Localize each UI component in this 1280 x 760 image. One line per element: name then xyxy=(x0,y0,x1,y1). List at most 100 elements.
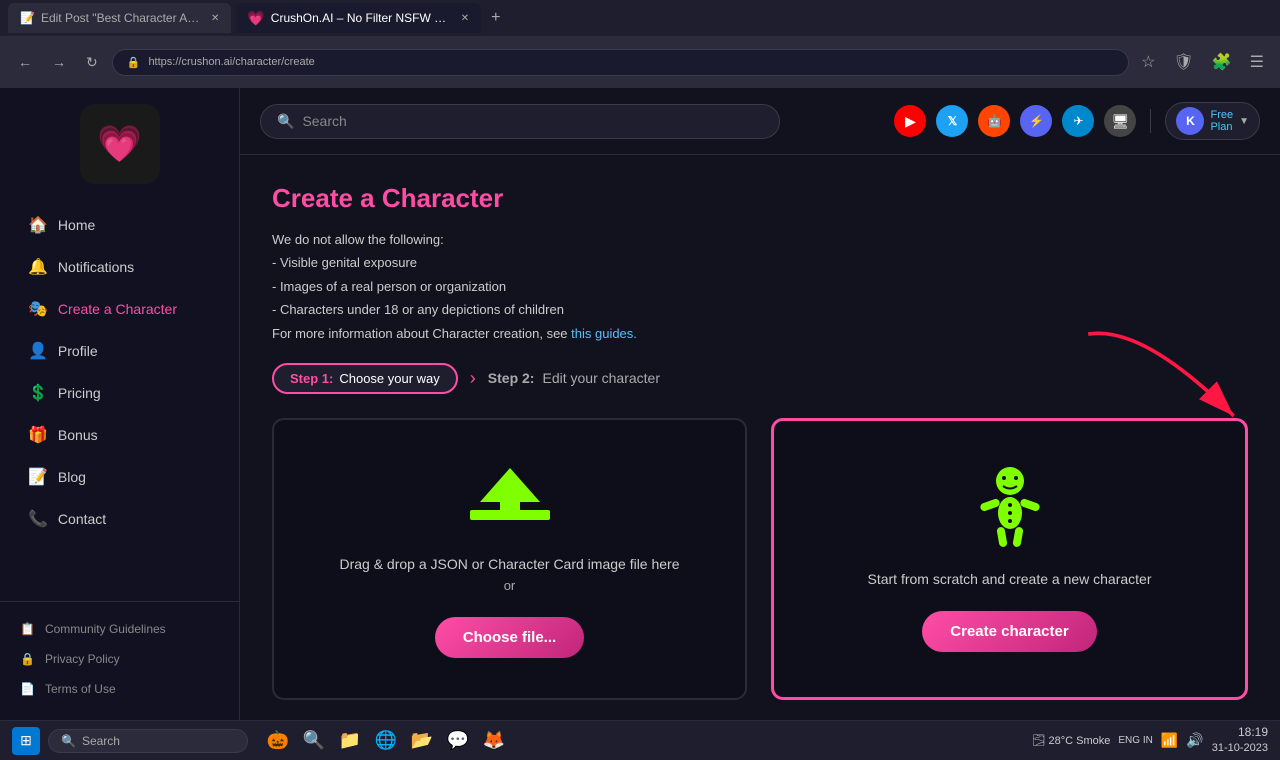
privacy-icon: 🔒 xyxy=(20,652,35,666)
taskbar-app-teams[interactable]: 💬 xyxy=(444,727,472,755)
sidebar-item-notifications[interactable]: 🔔 Notifications xyxy=(8,247,231,287)
sidebar-label-pricing: Pricing xyxy=(58,385,101,401)
taskbar-search-label: Search xyxy=(82,734,120,748)
logo-area: 💗 xyxy=(0,104,239,184)
social-icons: ▶ 𝕏 🤖 ⚡ ✈ 🖥 K Free Plan ▼ xyxy=(894,102,1260,140)
taskbar: ⊞ 🔍 Search 🎃 🔍 📁 🌐 📂 💬 🦊 🌫 28°C Smoke EN… xyxy=(0,720,1280,760)
community-guidelines-link[interactable]: 📋 Community Guidelines xyxy=(0,614,239,644)
terms-label: Terms of Use xyxy=(45,682,116,696)
sidebar-item-home[interactable]: 🏠 Home xyxy=(8,205,231,245)
taskbar-app-explorer[interactable]: 📂 xyxy=(408,727,436,755)
discord-link[interactable]: ⚡ xyxy=(1020,105,1052,137)
upload-text: Drag & drop a JSON or Character Card ima… xyxy=(339,556,679,572)
tab1-close[interactable]: ✕ xyxy=(211,13,219,24)
taskbar-weather: 🌫 28°C Smoke xyxy=(1031,734,1110,747)
taskbar-search[interactable]: 🔍 Search xyxy=(48,729,248,753)
rule-2: - Images of a real person or organizatio… xyxy=(272,275,1248,298)
guide-link[interactable]: this guides. xyxy=(571,326,637,341)
taskbar-app-emoji[interactable]: 🎃 xyxy=(264,727,292,755)
create-character-button[interactable]: Create character xyxy=(922,611,1096,652)
taskbar-right: 🌫 28°C Smoke ENG IN 📶 🔊 18:19 31-10-2023 xyxy=(1031,724,1268,756)
start-button[interactable]: ⊞ xyxy=(12,727,40,755)
step2-label: Step 2: xyxy=(488,370,535,386)
extensions-button[interactable]: 🧩 xyxy=(1208,48,1236,76)
sidebar-item-contact[interactable]: 📞 Contact xyxy=(8,499,231,539)
terms-of-use-link[interactable]: 📄 Terms of Use xyxy=(0,674,239,704)
tab2-close[interactable]: ✕ xyxy=(461,13,469,24)
search-placeholder: Search xyxy=(302,113,346,129)
sidebar-item-pricing[interactable]: 💲 Pricing xyxy=(8,373,231,413)
sidebar-item-bonus[interactable]: 🎁 Bonus xyxy=(8,415,231,455)
reload-button[interactable]: ↻ xyxy=(80,50,104,75)
page-title: Create a Character xyxy=(272,183,1248,214)
new-tab-button[interactable]: + xyxy=(485,9,506,27)
tab-2[interactable]: 💗 CrushOn.AI – No Filter NSFW C... ✕ xyxy=(235,3,481,33)
tab2-favicon: 💗 xyxy=(247,10,264,27)
taskbar-search-icon: 🔍 xyxy=(61,734,76,748)
tab2-label: CrushOn.AI – No Filter NSFW C... xyxy=(271,11,451,25)
forward-button[interactable]: → xyxy=(46,50,72,74)
upload-card: Drag & drop a JSON or Character Card ima… xyxy=(272,418,747,700)
guide-info: For more information about Character cre… xyxy=(272,322,1248,345)
telegram-link[interactable]: ✈ xyxy=(1062,105,1094,137)
step1-pill[interactable]: Step 1: Choose your way xyxy=(272,363,458,394)
community-label: Community Guidelines xyxy=(45,622,166,636)
back-button[interactable]: ← xyxy=(12,50,38,74)
search-box[interactable]: 🔍 Search xyxy=(260,104,780,139)
tab1-label: Edit Post "Best Character AI N... xyxy=(41,11,201,25)
avatar: K xyxy=(1176,107,1204,135)
sidebar-label-blog: Blog xyxy=(58,469,86,485)
sidebar-item-blog[interactable]: 📝 Blog xyxy=(8,457,231,497)
shield-button[interactable]: 🛡 xyxy=(1169,48,1197,76)
bookmark-button[interactable]: ☆ xyxy=(1137,48,1159,76)
reddit-link[interactable]: 🤖 xyxy=(978,105,1010,137)
user-badge[interactable]: K Free Plan ▼ xyxy=(1165,102,1260,140)
upload-icon-area xyxy=(470,460,550,540)
page-body: Create a Character We do not allow the f… xyxy=(240,155,1280,720)
youtube-link[interactable]: ▶ xyxy=(894,105,926,137)
privacy-policy-link[interactable]: 🔒 Privacy Policy xyxy=(0,644,239,674)
title-bar: 📝 Edit Post "Best Character AI N... ✕ 💗 … xyxy=(0,0,1280,36)
rule-3: - Characters under 18 or any depictions … xyxy=(272,298,1248,321)
upload-card-text: Drag & drop a JSON or Character Card ima… xyxy=(339,556,679,593)
logo-icon: 💗 xyxy=(97,123,142,165)
sidebar-item-profile[interactable]: 👤 Profile xyxy=(8,331,231,371)
step2-value: Edit your character xyxy=(542,370,660,386)
character-figure-icon xyxy=(970,465,1050,555)
tab1-favicon: 📝 xyxy=(20,11,35,25)
taskbar-app-firefox[interactable]: 🦊 xyxy=(480,727,508,755)
sidebar-label-bonus: Bonus xyxy=(58,427,98,443)
taskbar-app-edge[interactable]: 🌐 xyxy=(372,727,400,755)
nav-icons: ☆ 🛡 🧩 ☰ xyxy=(1137,48,1268,76)
taskbar-network-icon: 📶 xyxy=(1161,732,1178,749)
main-content: 🔍 Search ▶ 𝕏 🤖 ⚡ ✈ 🖥 K Free Plan xyxy=(240,88,1280,720)
search-icon: 🔍 xyxy=(277,113,294,130)
plan-label: Free Plan xyxy=(1210,109,1233,133)
app-logo: 💗 xyxy=(80,104,160,184)
tab-1[interactable]: 📝 Edit Post "Best Character AI N... ✕ xyxy=(8,3,231,33)
chevron-down-icon: ▼ xyxy=(1239,116,1249,127)
privacy-label: Privacy Policy xyxy=(45,652,120,666)
monitor-link[interactable]: 🖥 xyxy=(1104,105,1136,137)
pricing-icon: 💲 xyxy=(28,383,48,403)
secure-icon: 🔒 xyxy=(127,56,141,69)
twitter-link[interactable]: 𝕏 xyxy=(936,105,968,137)
sidebar-label-profile: Profile xyxy=(58,343,98,359)
upload-subtext: or xyxy=(339,578,679,593)
taskbar-app-search[interactable]: 🔍 xyxy=(300,727,328,755)
nav-bar: ← → ↻ 🔒 https://crushon.ai/character/cre… xyxy=(0,36,1280,88)
address-bar[interactable]: 🔒 https://crushon.ai/character/create xyxy=(112,49,1129,76)
step1-label: Step 1: xyxy=(290,371,333,386)
scratch-card-text: Start from scratch and create a new char… xyxy=(867,571,1151,587)
taskbar-time-value: 18:19 xyxy=(1212,724,1268,741)
choose-file-button[interactable]: Choose file... xyxy=(435,617,584,658)
taskbar-app-files[interactable]: 📁 xyxy=(336,727,364,755)
taskbar-language: ENG IN xyxy=(1118,735,1152,746)
home-icon: 🏠 xyxy=(28,215,48,235)
sidebar-label-contact: Contact xyxy=(58,511,106,527)
menu-button[interactable]: ☰ xyxy=(1246,48,1268,76)
bonus-icon: 🎁 xyxy=(28,425,48,445)
sidebar-item-create-character[interactable]: 🎭 Create a Character xyxy=(8,289,231,329)
cards-row: Drag & drop a JSON or Character Card ima… xyxy=(272,418,1248,700)
terms-icon: 📄 xyxy=(20,682,35,696)
